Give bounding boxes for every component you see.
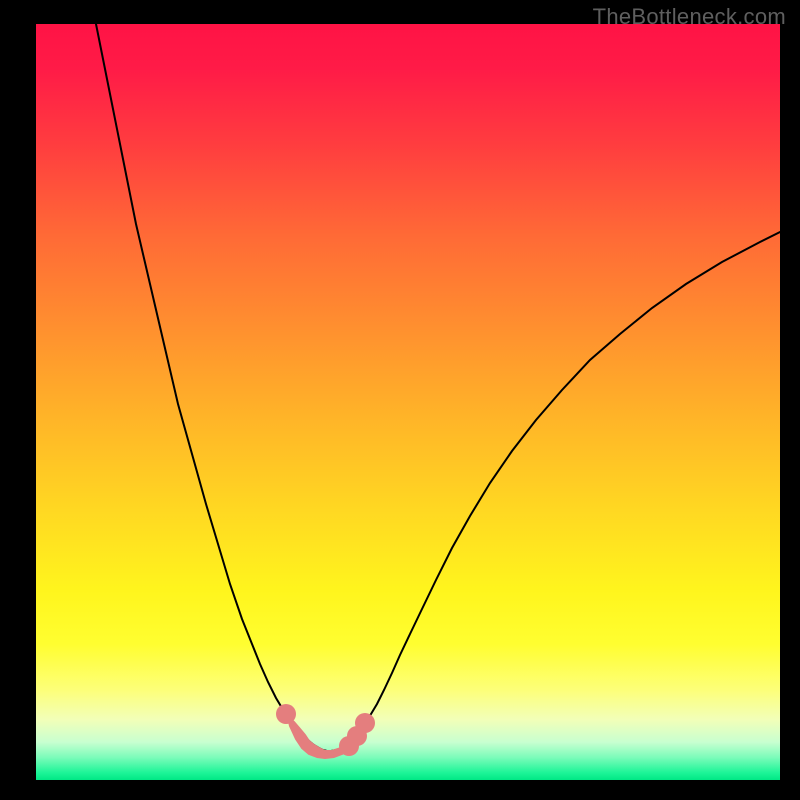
plot-area — [36, 24, 780, 780]
valley-dot — [276, 704, 296, 724]
valley-dot — [339, 736, 359, 756]
curve-path — [96, 24, 780, 751]
watermark-text: TheBottleneck.com — [593, 4, 786, 30]
bottleneck-curve — [36, 24, 780, 780]
chart-frame: TheBottleneck.com — [0, 0, 800, 800]
